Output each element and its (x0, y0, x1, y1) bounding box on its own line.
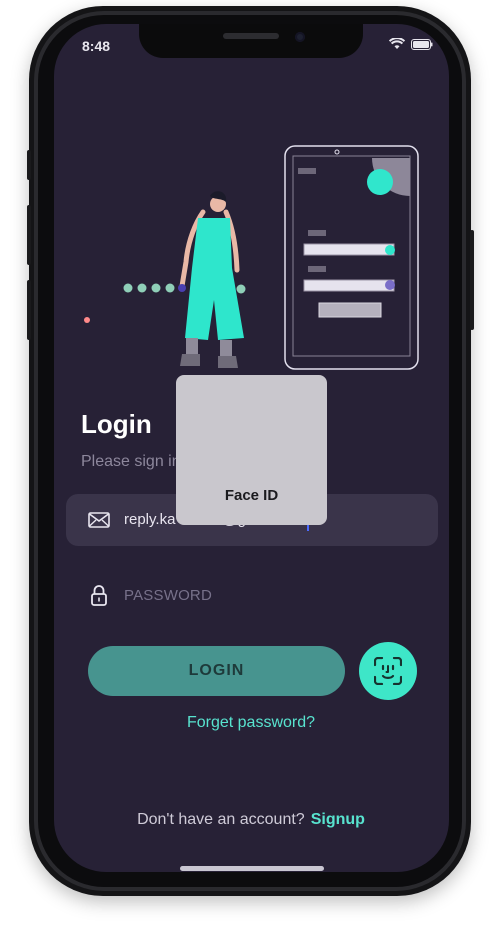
illustration-phone (284, 145, 419, 370)
speaker (223, 33, 279, 39)
signup-line: Don't have an account? Signup (0, 811, 502, 829)
dot-3 (151, 283, 161, 293)
forgot-password-link[interactable]: Forget password? (0, 714, 502, 732)
pink-dot (84, 317, 90, 323)
face-id-icon (374, 657, 402, 685)
lock-icon (91, 585, 107, 606)
front-camera (295, 32, 305, 42)
home-indicator[interactable] (180, 866, 324, 871)
wifi-icon (389, 38, 405, 49)
face-id-button[interactable] (359, 642, 417, 700)
dot-2 (137, 283, 147, 293)
dot-5 (236, 284, 246, 294)
status-icons (389, 38, 433, 50)
signup-question: Don't have an account? (137, 811, 305, 828)
email-value-visible: reply.ka (124, 511, 176, 528)
face-id-label: Face ID (224, 487, 279, 504)
status-time: 8:48 (82, 38, 111, 54)
login-subtitle: Please sign in (81, 453, 181, 470)
password-input[interactable] (124, 584, 404, 606)
login-button[interactable]: LOGIN (88, 646, 345, 696)
login-title: Login (81, 409, 152, 439)
woman-figure (178, 191, 244, 368)
battery-icon (411, 38, 433, 50)
notch (139, 24, 363, 58)
envelope-icon (88, 512, 110, 528)
dot-4 (165, 283, 175, 293)
dot-1 (123, 283, 133, 293)
signup-link[interactable]: Signup (311, 811, 365, 828)
